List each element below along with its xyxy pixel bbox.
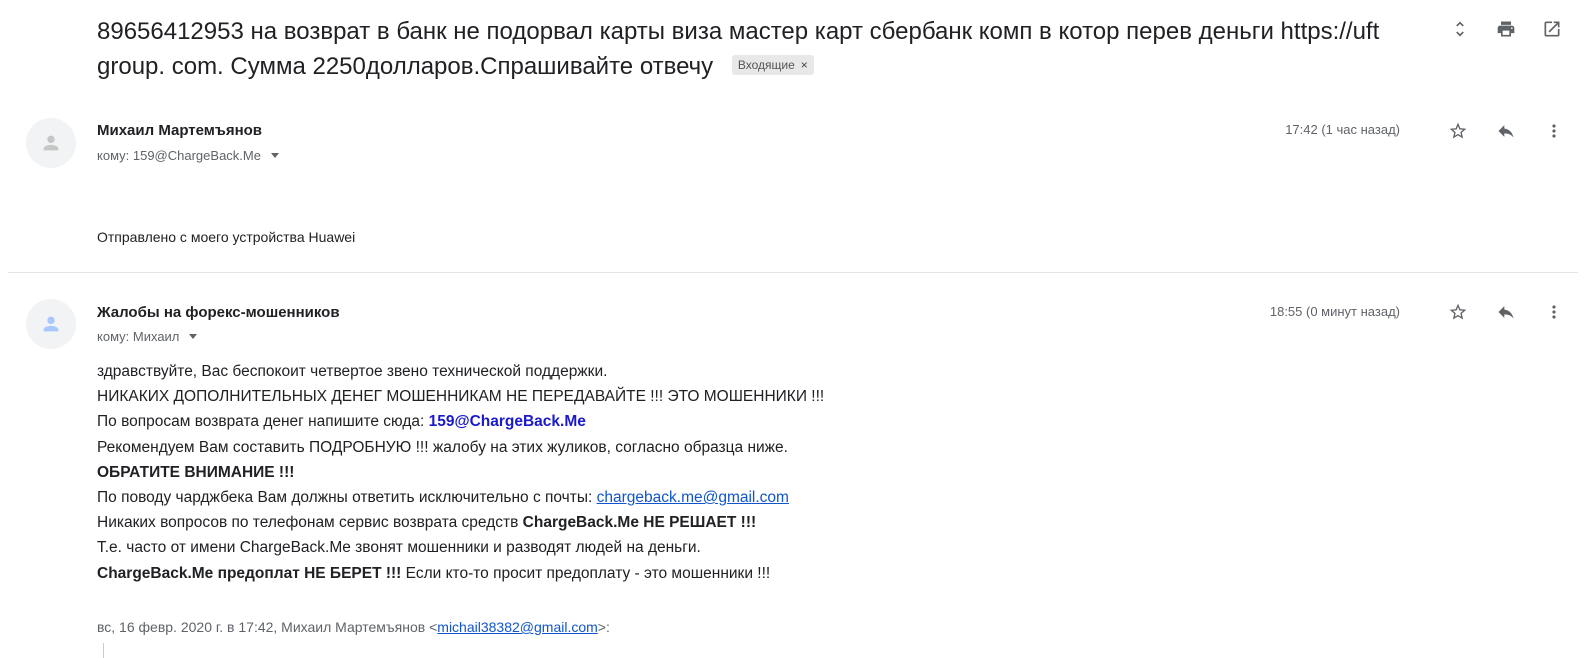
more-vert-icon[interactable] — [1543, 120, 1565, 142]
body-text-bold: ChargeBack.Me НЕ РЕШАЕТ !!! — [522, 514, 757, 532]
quote-bar — [103, 643, 104, 658]
message-actions — [1447, 120, 1565, 142]
avatar[interactable] — [26, 299, 76, 349]
message-body: Отправлено с моего устройства Huawei — [97, 229, 356, 245]
message-timestamp: 17:42 (1 час назад) — [1285, 122, 1400, 137]
person-icon — [43, 135, 59, 151]
star-icon[interactable] — [1447, 120, 1469, 142]
body-text: По вопросам возврата денег напишите сюда… — [97, 413, 429, 431]
recipient-details[interactable]: кому: 159@ChargeBack.Me — [97, 148, 279, 163]
message-1: Михаил Мартемъянов кому: 159@ChargeBack.… — [0, 118, 1585, 268]
sender-name[interactable]: Михаил Мартемъянов — [97, 122, 262, 139]
body-line: ChargeBack.Me предоплат НЕ БЕРЕТ !!! Есл… — [97, 561, 824, 586]
message-body: здравствуйте, Вас беспокоит четвертое зв… — [97, 359, 824, 586]
body-line: НИКАКИХ ДОПОЛНИТЕЛЬНЫХ ДЕНЕГ МОШЕННИКАМ … — [97, 388, 825, 406]
body-text-bold: ChargeBack.Me предоплат НЕ БЕРЕТ !!! — [97, 564, 402, 582]
body-line: Никаких вопросов по телефонам сервис воз… — [97, 510, 824, 535]
message-2: Жалобы на форекс-мошенников кому: Михаил… — [0, 299, 1585, 658]
thread-toolbar — [1449, 18, 1563, 40]
reply-icon[interactable] — [1495, 120, 1517, 142]
body-text: По поводу чарджбека Вам должны ответить … — [97, 489, 597, 507]
remove-label-icon[interactable]: × — [801, 57, 808, 73]
quoted-message-header: вс, 16 февр. 2020 г. в 17:42, Михаил Мар… — [97, 619, 610, 635]
message-timestamp: 18:55 (0 минут назад) — [1269, 304, 1400, 319]
print-icon[interactable] — [1495, 18, 1517, 40]
body-line-bold: ОБРАТИТЕ ВНИМАНИЕ !!! — [97, 463, 295, 481]
expand-collapse-icon[interactable] — [1449, 18, 1471, 40]
divider — [8, 272, 1578, 273]
more-vert-icon[interactable] — [1543, 301, 1565, 323]
body-line: Рекомендуем Вам составить ПОДРОБНУЮ !!! … — [97, 438, 788, 456]
quote-suffix: >: — [597, 619, 610, 635]
chevron-down-icon[interactable] — [189, 334, 198, 339]
inbox-label-text: Входящие — [737, 57, 795, 72]
body-line: Т.е. часто от имени ChargeBack.Me звонят… — [97, 539, 701, 557]
reply-icon[interactable] — [1495, 301, 1517, 323]
person-icon — [43, 316, 59, 332]
body-text: Никаких вопросов по телефонам сервис воз… — [97, 514, 523, 532]
quote-email-link[interactable]: michail38382@gmail.com — [437, 619, 598, 635]
chevron-down-icon[interactable] — [270, 153, 279, 158]
recipient-text: кому: 159@ChargeBack.Me — [97, 148, 261, 163]
body-line: По поводу чарджбека Вам должны ответить … — [97, 485, 824, 510]
open-in-new-window-icon[interactable] — [1541, 18, 1563, 40]
quote-prefix: вс, 16 февр. 2020 г. в 17:42, Михаил Мар… — [97, 619, 438, 635]
support-email: 159@ChargeBack.Me — [428, 413, 586, 431]
email-link[interactable]: chargeback.me@gmail.com — [597, 489, 789, 506]
body-line: По вопросам возврата денег напишите сюда… — [97, 409, 824, 434]
body-line: здравствуйте, Вас беспокоит четвертое зв… — [97, 363, 608, 380]
sender-name[interactable]: Жалобы на форекс-мошенников — [97, 304, 340, 321]
avatar[interactable] — [26, 118, 76, 168]
inbox-label-chip[interactable]: Входящие × — [731, 54, 814, 75]
email-thread-view: 89656412953 на возврат в банк не подорва… — [0, 0, 1585, 658]
message-actions — [1447, 301, 1565, 323]
email-subject: 89656412953 на возврат в банк не подорва… — [97, 14, 1387, 84]
body-text: Если кто-то просит предоплату - это моше… — [401, 564, 771, 582]
recipient-details[interactable]: кому: Михаил — [97, 329, 198, 344]
star-icon[interactable] — [1447, 301, 1469, 323]
recipient-text: кому: Михаил — [97, 329, 180, 344]
